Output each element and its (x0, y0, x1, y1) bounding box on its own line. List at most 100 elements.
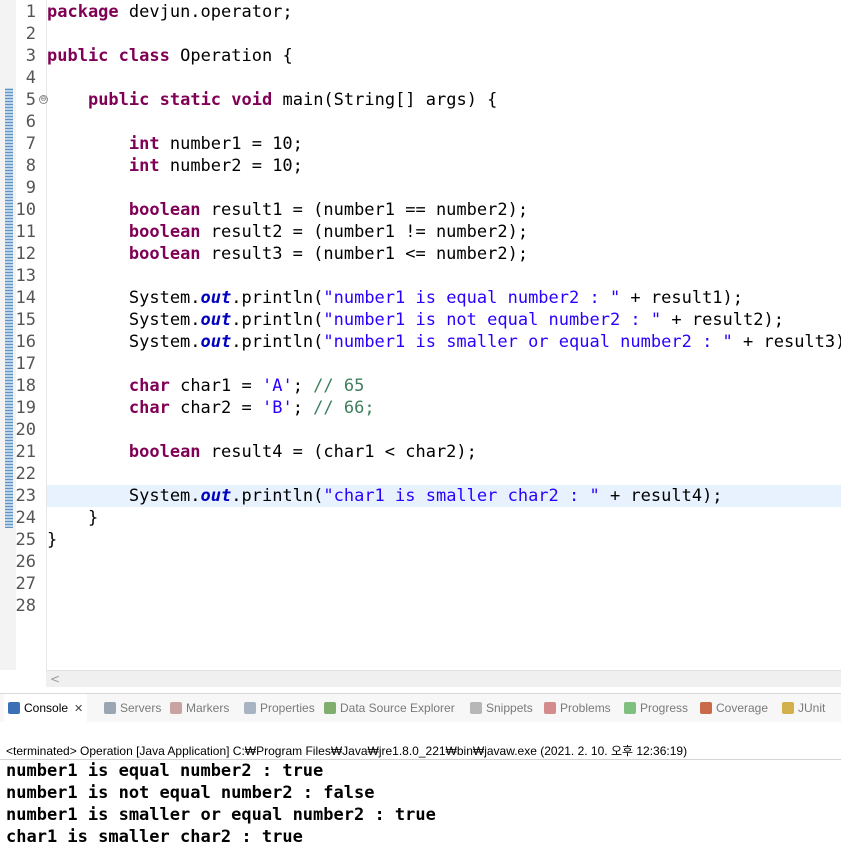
code-token: .println( (231, 486, 324, 506)
code-token: out (200, 486, 232, 506)
tab-console[interactable]: Console ✕ (4, 694, 88, 722)
code-line[interactable]: package devjun.operator; (47, 1, 841, 23)
code-token: char (128, 376, 170, 396)
code-token: number1 = 10; (159, 134, 303, 154)
line-number: 3 (25, 46, 36, 66)
line-number: 8 (25, 156, 36, 176)
code-line[interactable]: public class Operation { (47, 45, 841, 67)
tab-progress[interactable]: Progress (620, 694, 692, 722)
console-view[interactable]: <terminated> Operation [Java Application… (0, 722, 841, 850)
code-line[interactable]: int number1 = 10; (47, 133, 841, 155)
servers-icon (104, 702, 116, 714)
code-token: "char1 is smaller char2 : " (323, 486, 600, 506)
scroll-left-icon[interactable]: < (50, 671, 60, 687)
code-token: "number1 is equal number2 : " (323, 288, 621, 308)
code-line[interactable] (47, 573, 841, 595)
code-line[interactable] (47, 177, 841, 199)
tab-junit[interactable]: JUnit (778, 694, 829, 722)
junit-icon (782, 702, 794, 714)
code-line[interactable] (47, 595, 841, 617)
code-line[interactable]: char char1 = 'A'; // 65 (47, 375, 841, 397)
properties-icon (244, 702, 256, 714)
code-line[interactable]: System.out.println("number1 is not equal… (47, 309, 841, 331)
code-token: .println( (231, 332, 324, 352)
code-line[interactable]: System.out.println("number1 is equal num… (47, 287, 841, 309)
code-line[interactable]: boolean result3 = (number1 <= number2); (47, 243, 841, 265)
code-token: result1 = (number1 == number2); (200, 200, 529, 220)
code-line[interactable]: } (47, 507, 841, 529)
code-token: boolean (128, 222, 201, 242)
console-output-line: char1 is smaller char2 : true (6, 827, 303, 847)
line-number: 21 (15, 442, 36, 462)
code-token: .println( (231, 288, 324, 308)
code-line[interactable]: boolean result4 = (char1 < char2); (47, 441, 841, 463)
code-editor[interactable]: 1 2 3 4 5 6 7 8 9 10 11 12 13 14 15 16 17 18 19 20 21 22 23 24 2… (0, 0, 841, 690)
code-line[interactable]: System.out.println("number1 is smaller o… (47, 331, 841, 353)
terminated-status: <terminated> Operation [Java Application… (6, 744, 688, 758)
line-number: 9 (25, 178, 36, 198)
line-number-gutter: 1 2 3 4 5 6 7 8 9 10 11 12 13 14 15 16 17 18 19 20 21 22 23 24 2… (16, 0, 48, 670)
code-line[interactable]: System.out.println("char1 is smaller cha… (47, 485, 841, 507)
bottom-panel-tabs: Console ✕ Servers Markers Properties Data Sou… (0, 693, 841, 723)
code-token: System. (47, 310, 201, 330)
code-token: System. (47, 288, 201, 308)
code-line[interactable]: int number2 = 10; (47, 155, 841, 177)
line-number: 18 (15, 376, 36, 396)
code-area[interactable]: package devjun.operator; public class Ope… (47, 0, 841, 670)
tab-servers[interactable]: Servers (100, 694, 165, 722)
close-icon[interactable]: ✕ (74, 703, 83, 715)
code-token: out (200, 288, 232, 308)
code-token: int (128, 156, 160, 176)
code-token: class (118, 46, 170, 66)
tab-snippets[interactable]: Snippets (466, 694, 537, 722)
code-token: "number1 is not equal number2 : " (323, 310, 662, 330)
code-line[interactable] (47, 463, 841, 485)
tab-data-source-explorer[interactable]: Data Source Explorer (320, 694, 459, 722)
line-number: 13 (15, 266, 36, 286)
tab-label: Progress (640, 701, 689, 715)
code-line[interactable] (47, 265, 841, 287)
tab-problems[interactable]: Problems (540, 694, 615, 722)
line-number: 14 (15, 288, 36, 308)
line-number: 22 (15, 464, 36, 484)
tab-label: Snippets (486, 701, 533, 715)
horizontal-scrollbar[interactable]: < (46, 670, 841, 687)
code-line[interactable] (47, 23, 841, 45)
code-token: char1 = (169, 376, 262, 396)
code-line[interactable] (47, 67, 841, 89)
tab-properties[interactable]: Properties (240, 694, 319, 722)
tab-markers[interactable]: Markers (166, 694, 233, 722)
line-number: 28 (15, 596, 36, 616)
code-line[interactable]: char char2 = 'B'; // 66; (47, 397, 841, 419)
line-number: 6 (25, 112, 36, 132)
code-line[interactable]: } (47, 529, 841, 551)
code-line[interactable] (47, 419, 841, 441)
tab-label: Markers (186, 701, 230, 715)
line-number: 15 (15, 310, 36, 330)
code-token: static (159, 90, 222, 110)
code-token: 'A' (261, 376, 293, 396)
code-line[interactable]: boolean result2 = (number1 != number2); (47, 221, 841, 243)
tab-coverage[interactable]: Coverage (696, 694, 772, 722)
code-token: number2 = 10; (159, 156, 303, 176)
code-line[interactable]: boolean result1 = (number1 == number2); (47, 199, 841, 221)
code-token: void (231, 90, 273, 110)
line-number: 26 (15, 552, 36, 572)
code-line[interactable] (47, 111, 841, 133)
code-line[interactable] (47, 551, 841, 573)
line-number: 20 (15, 420, 36, 440)
line-number: 1 (25, 2, 36, 22)
progress-icon (624, 702, 636, 714)
code-token: System. (47, 486, 201, 506)
code-line[interactable]: public static void main(String[] args) { (47, 89, 841, 111)
code-token: result4 = (char1 < char2); (200, 442, 477, 462)
code-token: ; (292, 376, 314, 396)
code-line[interactable] (47, 353, 841, 375)
